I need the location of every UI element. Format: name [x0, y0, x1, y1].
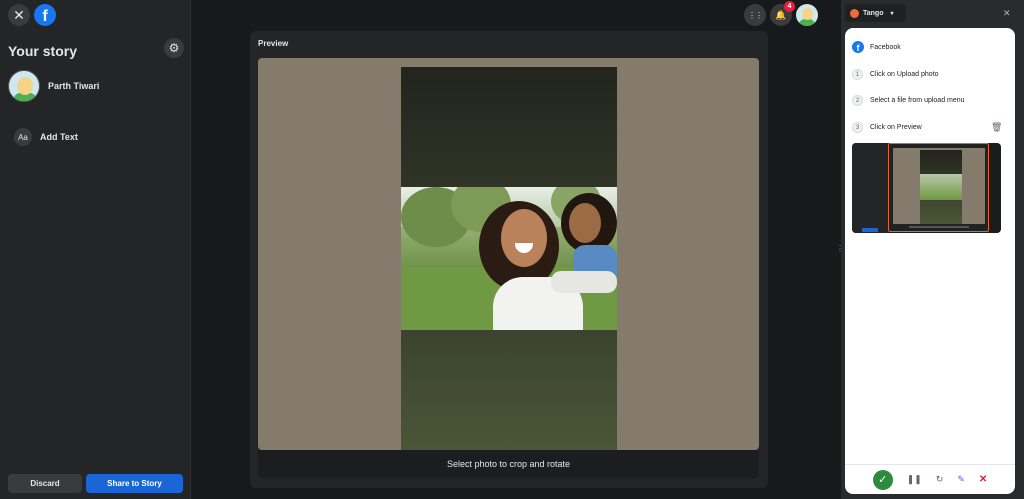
site-name: Facebook: [870, 43, 901, 51]
tango-extension-panel: Tango ▾ ✕ f Facebook 1 Click on Upload p…: [841, 0, 1024, 499]
story-sidebar: ✕ f Your story ⚙ Parth Tiwari Aa Add Tex…: [0, 0, 191, 499]
preview-card: Preview Select photo to crop and rotate: [250, 31, 768, 488]
crop-rotate-hint[interactable]: Select photo to crop and rotate: [258, 450, 759, 478]
click-highlight: [888, 143, 989, 232]
step-number: 1: [852, 69, 863, 80]
tango-logo-icon: [850, 8, 859, 18]
step-text: Select a file from upload menu: [870, 97, 965, 104]
pause-icon[interactable]: ❚❚: [907, 474, 922, 485]
menu-grid-icon[interactable]: ⋮⋮: [744, 4, 766, 26]
tango-toolbar: ✓ ❚❚ ↻ ✎ ✕: [845, 464, 1015, 494]
step-item[interactable]: 2 Select a file from upload menu: [852, 95, 965, 106]
stop-icon[interactable]: ✕: [979, 474, 987, 485]
preview-label: Preview: [258, 39, 289, 48]
bell-icon: 🔔: [775, 9, 787, 20]
step-item[interactable]: 1 Click on Upload photo: [852, 69, 939, 80]
step-text: Click on Preview: [870, 124, 922, 131]
notifications-bell-icon[interactable]: 🔔 4: [770, 1, 795, 26]
step-number: 2: [852, 95, 863, 106]
user-name: Parth Tiwari: [48, 81, 100, 91]
step-site: f Facebook: [852, 41, 901, 53]
step-item[interactable]: 3 Click on Preview: [852, 122, 922, 133]
story-frame: [401, 67, 617, 450]
notification-count-badge: 4: [784, 1, 795, 12]
facebook-icon: f: [852, 41, 864, 53]
trash-icon[interactable]: 🗑: [991, 122, 1002, 133]
step-text: Click on Upload photo: [870, 71, 939, 78]
page-title: Your story: [8, 43, 77, 59]
edit-icon[interactable]: ✎: [957, 474, 965, 485]
close-icon[interactable]: ✕: [1003, 8, 1011, 19]
account-avatar[interactable]: [796, 4, 818, 26]
tango-menu-button[interactable]: Tango ▾: [845, 4, 906, 22]
settings-gear-icon[interactable]: ⚙: [164, 38, 184, 58]
add-text-button[interactable]: Aa Add Text: [14, 128, 78, 146]
discard-button[interactable]: Discard: [8, 474, 82, 493]
add-text-label: Add Text: [40, 132, 78, 142]
tango-steps-card: f Facebook 1 Click on Upload photo 2 Sel…: [845, 28, 1015, 494]
tango-name: Tango: [863, 9, 884, 17]
top-nav-icons: ⋮⋮ 🔔 4: [744, 1, 818, 26]
facebook-logo-icon[interactable]: f: [34, 4, 56, 26]
step-number: 3: [852, 122, 863, 133]
close-icon[interactable]: ✕: [8, 4, 30, 26]
share-to-story-button[interactable]: Share to Story: [86, 474, 183, 493]
avatar: [8, 70, 40, 102]
chevron-down-icon: ▾: [890, 10, 894, 17]
preview-canvas: [258, 58, 759, 450]
step-screenshot-thumbnail[interactable]: [852, 143, 1001, 233]
story-user: Parth Tiwari: [8, 70, 99, 102]
story-photo[interactable]: [401, 187, 617, 330]
finish-check-icon[interactable]: ✓: [872, 469, 893, 490]
redo-icon[interactable]: ↻: [936, 474, 944, 485]
text-aa-icon: Aa: [14, 128, 32, 146]
